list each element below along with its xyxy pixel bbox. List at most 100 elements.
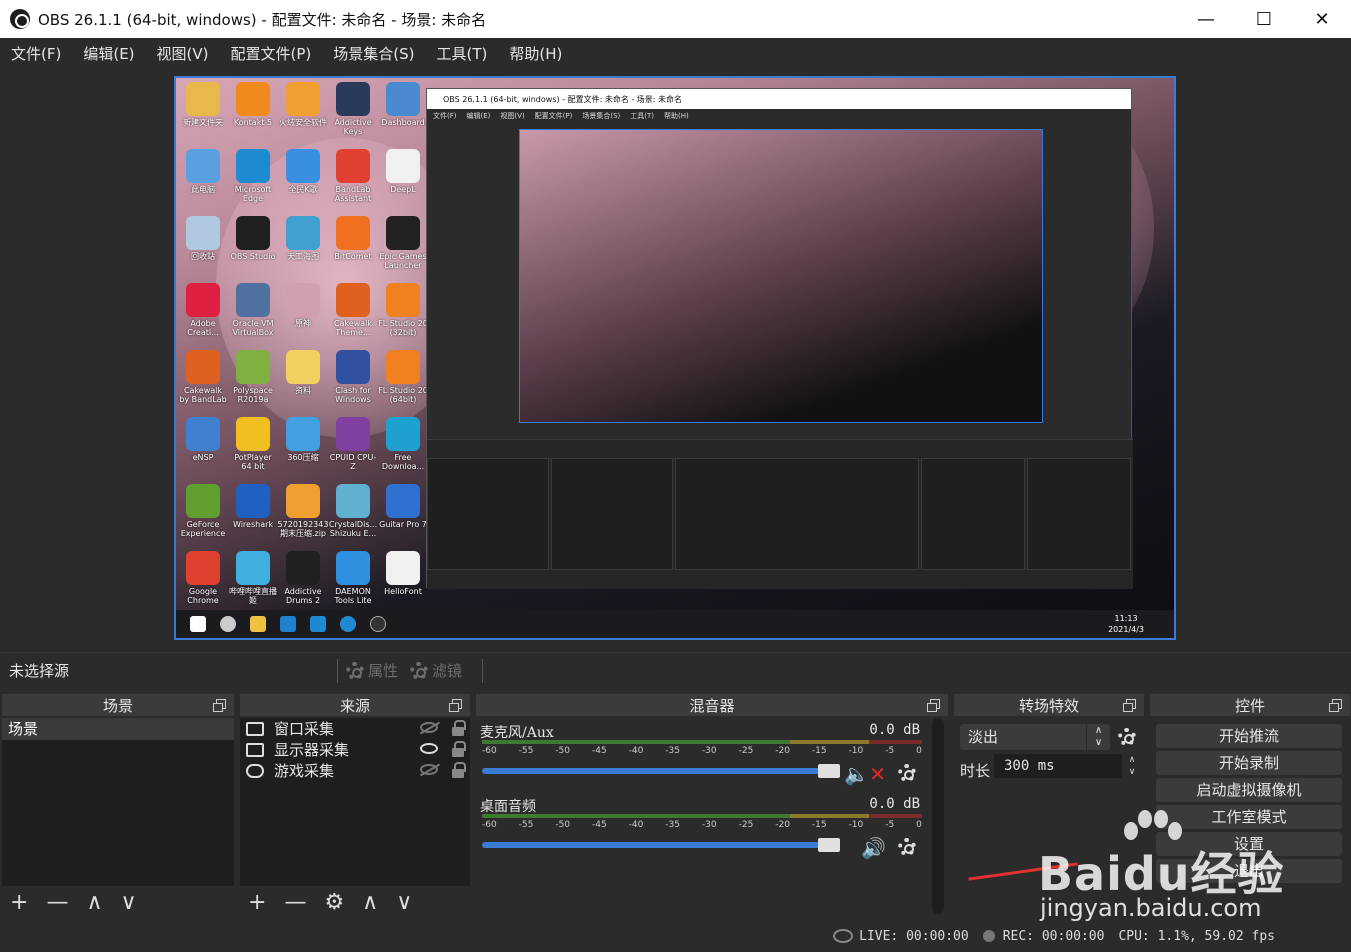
speaker-icon[interactable]: 🔊 xyxy=(861,836,886,860)
transition-select[interactable]: 淡出 ∧ ∨ xyxy=(960,724,1110,750)
menu-view[interactable]: 视图(V) xyxy=(146,43,220,64)
desktop-icon[interactable]: 天工海图 xyxy=(278,216,328,283)
close-button[interactable]: ✕ xyxy=(1293,0,1351,38)
volume-slider[interactable] xyxy=(482,838,840,852)
preview-canvas[interactable]: 新建文件夹 Kontakt 5 火绒安全软件 Addictive Keys Dashbo… xyxy=(174,76,1176,640)
slider-handle[interactable] xyxy=(818,764,840,778)
desktop-icon[interactable]: 火绒安全软件 xyxy=(278,82,328,149)
desktop-icon[interactable]: 此电脑 xyxy=(178,149,228,216)
desktop-icon[interactable]: 资料 xyxy=(278,350,328,417)
start-recording-button[interactable]: 开始录制 xyxy=(1156,751,1342,775)
settings-button[interactable]: 设置 xyxy=(1156,832,1342,856)
desktop-icon[interactable]: 哔哩哔哩直播姬 xyxy=(228,551,278,618)
speaker-muted-icon[interactable]: 🔈✕ xyxy=(844,762,886,786)
desktop-icon[interactable]: Oracle VM VirtualBox xyxy=(228,283,278,350)
properties-button[interactable]: 属性 xyxy=(346,660,398,681)
add-source-button[interactable]: + xyxy=(248,890,266,915)
undock-icon[interactable] xyxy=(449,699,462,712)
undock-icon[interactable] xyxy=(213,699,226,712)
desktop-icon[interactable]: 5720192343 期末压缩.zip xyxy=(278,484,328,551)
desktop-icon[interactable]: DAEMON Tools Lite xyxy=(328,551,378,618)
lock-icon[interactable] xyxy=(452,741,466,757)
desktop-icon[interactable]: Wireshark xyxy=(228,484,278,551)
remove-scene-button[interactable]: — xyxy=(46,890,68,915)
desktop-icon[interactable]: CPUID CPU-Z xyxy=(328,417,378,484)
desktop-icon[interactable]: Epic Games Launcher xyxy=(378,216,428,283)
desktop-icon[interactable]: BitComet xyxy=(328,216,378,283)
desktop-icon[interactable]: 全民K歌 xyxy=(278,149,328,216)
menu-scene-collection[interactable]: 场景集合(S) xyxy=(322,43,425,64)
desktop-icon[interactable]: Microsoft Edge xyxy=(228,149,278,216)
desktop-icon[interactable]: Cakewalk Theme... xyxy=(328,283,378,350)
desktop-icon[interactable]: Polyspace R2019a xyxy=(228,350,278,417)
exit-button[interactable]: 退出 xyxy=(1156,859,1342,883)
source-item[interactable]: 窗口采集 xyxy=(240,718,470,739)
desktop-icon[interactable]: Guitar Pro 7 xyxy=(378,484,428,551)
desktop-icon[interactable]: Kontakt 5 xyxy=(228,82,278,149)
move-down-button[interactable]: ∨ xyxy=(396,890,412,915)
move-down-button[interactable]: ∨ xyxy=(121,890,137,915)
desktop-icon[interactable]: 回收站 xyxy=(178,216,228,283)
desktop-icon[interactable]: eNSP xyxy=(178,417,228,484)
desktop-icon[interactable]: HelloFont xyxy=(378,551,428,618)
mixer-scrollbar[interactable] xyxy=(932,718,944,914)
lock-icon[interactable] xyxy=(452,720,466,736)
move-up-button[interactable]: ∧ xyxy=(86,890,102,915)
desktop-icon[interactable]: CrystalDis... Shizuku E... xyxy=(328,484,378,551)
desktop-icon[interactable]: Google Chrome xyxy=(178,551,228,618)
maximize-button[interactable]: ☐ xyxy=(1235,0,1293,38)
desktop-icon[interactable]: DeepL xyxy=(378,149,428,216)
studio-mode-button[interactable]: 工作室模式 xyxy=(1156,805,1342,829)
scene-item[interactable]: 场景 xyxy=(2,718,234,740)
filters-button[interactable]: 滤镜 xyxy=(410,660,462,681)
eye-hidden-icon[interactable] xyxy=(420,722,438,733)
gear-icon[interactable] xyxy=(898,838,916,856)
desktop-icon[interactable]: Cakewalk by BandLab xyxy=(178,350,228,417)
desktop-icon[interactable]: PotPlayer 64 bit xyxy=(228,417,278,484)
undock-icon[interactable] xyxy=(927,699,940,712)
desktop-icon[interactable]: FL Studio 20 (64bit) xyxy=(378,350,428,417)
slider-handle[interactable] xyxy=(818,838,840,852)
gear-icon[interactable] xyxy=(898,764,916,782)
desktop-icon[interactable]: Clash for Windows xyxy=(328,350,378,417)
menu-tools[interactable]: 工具(T) xyxy=(425,43,498,64)
eye-icon[interactable] xyxy=(420,743,438,754)
duration-input[interactable]: 300 ms xyxy=(994,754,1122,778)
desktop-icon-label: Google Chrome xyxy=(187,587,219,605)
desktop-icon[interactable]: Adobe Creati... xyxy=(178,283,228,350)
minimize-button[interactable]: — xyxy=(1177,0,1235,38)
menu-edit[interactable]: 编辑(E) xyxy=(72,43,145,64)
nested-preview xyxy=(519,129,1043,423)
lock-icon[interactable] xyxy=(452,762,466,778)
desktop-icon[interactable]: FL Studio 20 (32bit) xyxy=(378,283,428,350)
eye-hidden-icon[interactable] xyxy=(420,764,438,775)
undock-icon[interactable] xyxy=(1123,699,1136,712)
transition-gear-icon[interactable] xyxy=(1118,728,1136,746)
source-item[interactable]: 显示器采集 xyxy=(240,739,470,760)
start-virtual-camera-button[interactable]: 启动虚拟摄像机 xyxy=(1156,778,1342,802)
duration-stepper[interactable]: ∧ ∨ xyxy=(1124,754,1140,778)
desktop-icon-label: BandLab Assistant xyxy=(334,185,372,203)
desktop-icon[interactable]: GeForce Experience xyxy=(178,484,228,551)
desktop-icon[interactable]: Dashboard xyxy=(378,82,428,149)
app-icon xyxy=(386,350,420,384)
desktop-icon[interactable]: 新建文件夹 xyxy=(178,82,228,149)
move-up-button[interactable]: ∧ xyxy=(362,890,378,915)
desktop-icon[interactable]: 360压缩 xyxy=(278,417,328,484)
desktop-icon[interactable]: Addictive Keys xyxy=(328,82,378,149)
desktop-icon[interactable]: 原神 xyxy=(278,283,328,350)
menu-file[interactable]: 文件(F) xyxy=(0,43,72,64)
desktop-icon[interactable]: BandLab Assistant xyxy=(328,149,378,216)
desktop-icon[interactable]: OBS Studio xyxy=(228,216,278,283)
volume-slider[interactable] xyxy=(482,764,840,778)
desktop-icon[interactable]: Free Downloa... xyxy=(378,417,428,484)
source-item[interactable]: 游戏采集 xyxy=(240,760,470,781)
undock-icon[interactable] xyxy=(1329,699,1342,712)
start-streaming-button[interactable]: 开始推流 xyxy=(1156,724,1342,748)
menu-profile[interactable]: 配置文件(P) xyxy=(220,43,323,64)
menu-help[interactable]: 帮助(H) xyxy=(498,43,573,64)
remove-source-button[interactable]: — xyxy=(284,890,306,915)
source-properties-button[interactable]: ⚙ xyxy=(324,890,344,915)
desktop-icon[interactable]: Addictive Drums 2 xyxy=(278,551,328,618)
add-scene-button[interactable]: + xyxy=(10,890,28,915)
